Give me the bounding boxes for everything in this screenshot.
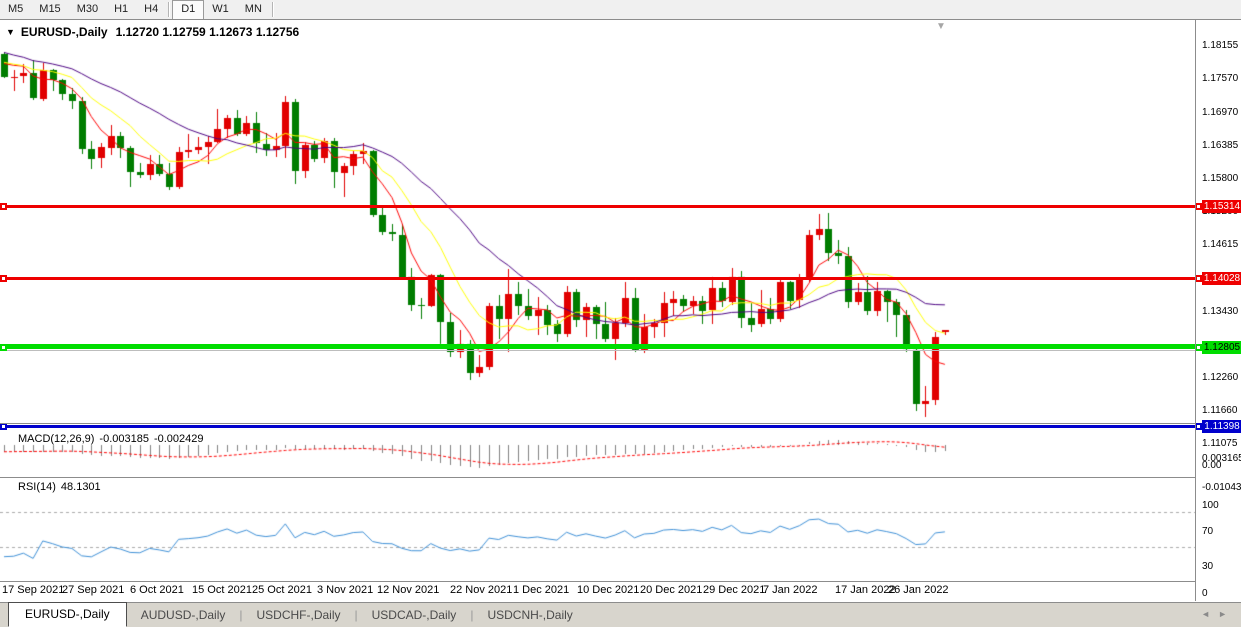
price-line-badge: 1.15314 (1202, 200, 1241, 213)
date-label: 7 Jan 2022 (763, 584, 817, 596)
price-axis-label: 1.14615 (1202, 239, 1238, 250)
chart-symbol-label: EURUSD-,Daily (21, 25, 108, 39)
price-line-badge: 1.14028 (1202, 272, 1241, 285)
rsi-indicator-label: RSI(14) 48.1301 (18, 481, 106, 493)
price-axis-label: 1.18155 (1202, 40, 1238, 51)
price-axis-label: 1.12260 (1202, 372, 1238, 383)
date-label: 3 Nov 2021 (317, 584, 373, 596)
tabs-scroll-right-button[interactable]: ► (1218, 609, 1235, 619)
timeframe-button-w1[interactable]: W1 (204, 0, 237, 19)
tab-usdchf-daily[interactable]: USDCHF-,Daily (243, 605, 355, 625)
price-axis-label: 1.17570 (1202, 73, 1238, 84)
timeframe-button-m15[interactable]: M15 (31, 0, 68, 19)
macd-name: MACD(12,26,9) (18, 433, 94, 445)
timeframe-button-m30[interactable]: M30 (69, 0, 106, 19)
ohlc-open: 1.12720 (116, 25, 159, 39)
chart-canvas[interactable] (0, 20, 1196, 581)
date-label: 10 Dec 2021 (577, 584, 639, 596)
tab-usdcad-daily[interactable]: USDCAD-,Daily (358, 605, 471, 625)
date-label: 25 Oct 2021 (252, 584, 312, 596)
rsi-value: 48.1301 (61, 481, 101, 493)
timeframe-button-mn[interactable]: MN (237, 0, 270, 19)
macd-indicator-label: MACD(12,26,9) -0.003185 -0.002429 (18, 433, 209, 445)
ohlc-low: 1.12673 (209, 25, 252, 39)
price-horizontal-line[interactable] (0, 277, 1195, 280)
badge-handle (1195, 344, 1202, 351)
timeframe-button-h4[interactable]: H4 (136, 0, 166, 19)
chart-shift-marker-icon[interactable]: ▼ (936, 21, 946, 32)
timeframe-button-h1[interactable]: H1 (106, 0, 136, 19)
tabs-scroll-left-button[interactable]: ◄ (1201, 609, 1218, 619)
price-horizontal-line[interactable] (0, 425, 1195, 428)
price-axis-label: 1.11075 (1202, 438, 1237, 449)
macd-rsi-divider (0, 477, 1196, 478)
price-axis-label: 1.13430 (1202, 306, 1238, 317)
macd-value: -0.003185 (99, 433, 149, 445)
price-axis-label: 1.11660 (1202, 405, 1237, 416)
rsi-axis-label: 0 (1202, 588, 1208, 599)
bid-price-line (0, 350, 1195, 351)
ohlc-high: 1.12759 (162, 25, 205, 39)
toolbar-divider (168, 2, 170, 17)
axis-separator-line (1195, 20, 1196, 601)
macd-signal-value: -0.002429 (154, 433, 204, 445)
date-label: 6 Oct 2021 (130, 584, 184, 596)
rsi-axis-label: 30 (1202, 561, 1213, 572)
chart-region: ▼ EURUSD-,Daily 1.12720 1.12759 1.12673 1.… (0, 20, 1241, 601)
rsi-axis-label: 100 (1202, 500, 1219, 511)
badge-handle (1195, 423, 1202, 430)
chart-macd-divider (0, 423, 1196, 424)
macd-axis-label: 0.00 (1202, 460, 1221, 471)
chart-tab-bar: EURUSD-,DailyAUDUSD-,Daily|USDCHF-,Daily… (0, 602, 1241, 627)
mt4-chart-window: { "toolbar": { "timeframes": [ {"label":… (0, 0, 1241, 626)
date-label: 1 Dec 2021 (513, 584, 569, 596)
date-label: 26 Jan 2022 (888, 584, 949, 596)
line-left-handle[interactable] (0, 344, 7, 351)
rsi-axis-label: 70 (1202, 526, 1213, 537)
ohlc-close: 1.12756 (256, 25, 299, 39)
date-label: 12 Nov 2021 (377, 584, 439, 596)
badge-handle (1195, 203, 1202, 210)
chart-title: ▼ EURUSD-,Daily 1.12720 1.12759 1.12673 1.… (6, 25, 299, 39)
date-label: 17 Jan 2022 (835, 584, 896, 596)
timeframe-button-d1[interactable]: D1 (172, 0, 204, 19)
price-horizontal-line[interactable] (0, 205, 1195, 208)
tab-usdcnh-daily[interactable]: USDCNH-,Daily (473, 605, 586, 625)
price-axis-label: 1.16385 (1202, 140, 1238, 151)
rsi-dates-divider (0, 581, 1196, 582)
tab-scroll-buttons: ◄► (1201, 609, 1235, 619)
timeframe-toolbar: M5M15M30H1H4 D1W1MN (0, 0, 1241, 20)
line-left-handle[interactable] (0, 275, 7, 282)
toolbar-divider (272, 2, 274, 17)
line-left-handle[interactable] (0, 423, 7, 430)
price-axis-label: 1.15800 (1202, 173, 1238, 184)
price-line-badge: 1.12805 (1202, 341, 1241, 354)
date-label: 29 Dec 2021 (703, 584, 765, 596)
rsi-name: RSI(14) (18, 481, 56, 493)
symbol-dropdown-icon[interactable]: ▼ (6, 27, 15, 37)
badge-handle (1195, 275, 1202, 282)
date-label: 15 Oct 2021 (192, 584, 252, 596)
line-left-handle[interactable] (0, 203, 7, 210)
date-label: 22 Nov 2021 (450, 584, 512, 596)
macd-axis-label: -0.01043 (1202, 482, 1241, 493)
tab-eurusd-daily[interactable]: EURUSD-,Daily (8, 602, 127, 627)
date-label: 17 Sep 2021 (2, 584, 64, 596)
price-line-badge: 1.11398 (1202, 420, 1241, 433)
tab-audusd-daily[interactable]: AUDUSD-,Daily (127, 605, 240, 625)
date-label: 27 Sep 2021 (62, 584, 124, 596)
price-axis-label: 1.16970 (1202, 107, 1238, 118)
date-label: 20 Dec 2021 (640, 584, 702, 596)
price-horizontal-line[interactable] (0, 344, 1195, 349)
timeframe-button-m5[interactable]: M5 (0, 0, 31, 19)
